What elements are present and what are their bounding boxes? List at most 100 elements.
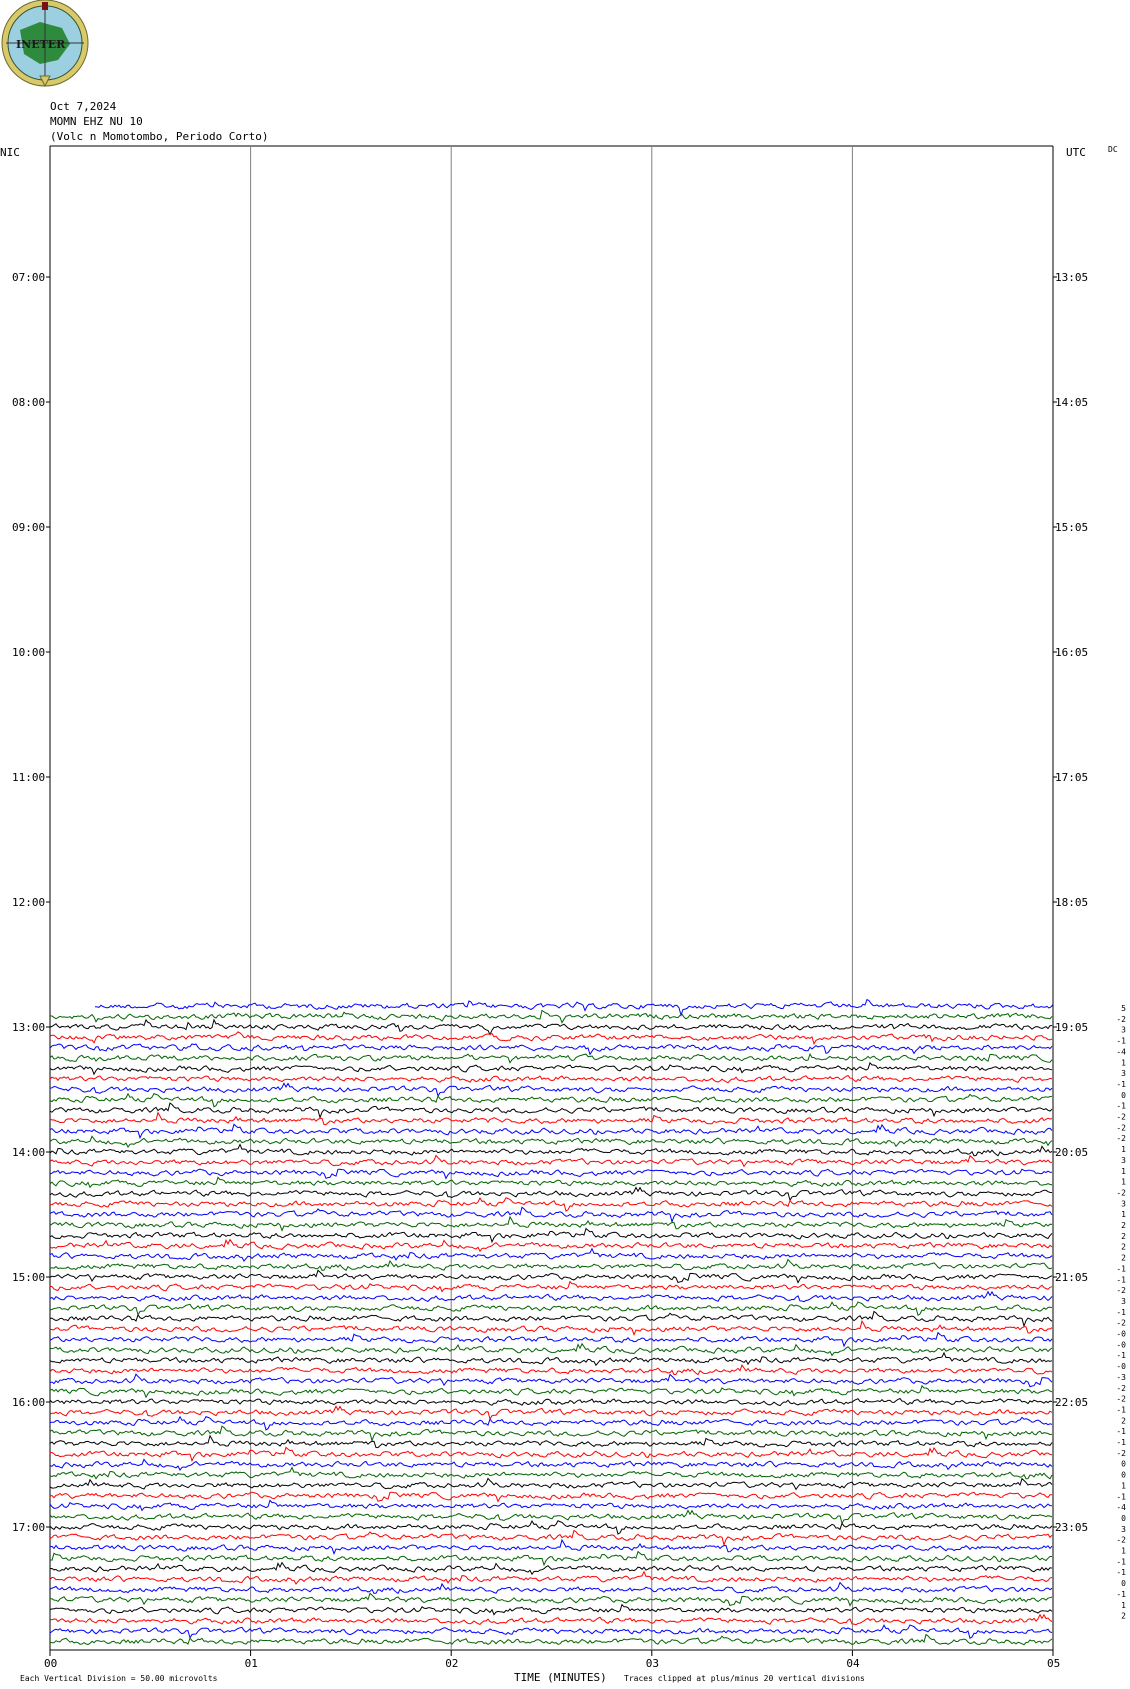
trace-line xyxy=(49,1364,1053,1376)
clip-note: Traces clipped at plus/minus 20 vertical… xyxy=(624,1674,865,1683)
dc-offset-value: 3 xyxy=(1121,1069,1126,1078)
trace-line xyxy=(49,1052,1053,1064)
dc-offset-value: -1 xyxy=(1116,1037,1126,1046)
dc-offset-value: -1 xyxy=(1116,1275,1126,1284)
trace-line xyxy=(49,1613,1053,1626)
dc-offset-value: -3 xyxy=(1116,1373,1126,1382)
trace-line xyxy=(49,1458,1053,1471)
trace-line xyxy=(49,1550,1052,1567)
dc-offset-value: 1 xyxy=(1121,1167,1126,1176)
dc-offset-value: -1 xyxy=(1116,1492,1126,1501)
dc-offset-value: 0 xyxy=(1121,1091,1126,1100)
trace-line xyxy=(50,1592,1053,1607)
trace-line xyxy=(49,1269,1053,1284)
trace-line xyxy=(49,1529,1053,1547)
trace-line xyxy=(49,1509,1053,1525)
ineter-logo: INETER xyxy=(0,0,90,90)
left-axis-title: NIC xyxy=(0,146,20,159)
plot-grid xyxy=(46,145,1057,1656)
dc-offset-value: -1 xyxy=(1116,1102,1126,1111)
right-time-tick: 21:05 xyxy=(1055,1271,1089,1284)
trace-line xyxy=(49,1206,1053,1224)
trace-line xyxy=(49,1176,1053,1189)
logo-text: INETER xyxy=(16,38,66,51)
dc-offset-value: 0 xyxy=(1121,1460,1126,1469)
dc-offset-value: 3 xyxy=(1121,1026,1126,1035)
right-time-tick: 17:05 xyxy=(1055,771,1089,784)
trace-line xyxy=(49,1009,1053,1024)
trace-line xyxy=(49,1499,1053,1512)
trace-line xyxy=(49,1342,1053,1357)
trace-line xyxy=(49,1319,1053,1337)
scale-note: Each Vertical Division = 50.00 microvolt… xyxy=(20,1674,218,1683)
dc-offset-value: 0 xyxy=(1121,1514,1126,1523)
dc-offset-value: -2 xyxy=(1116,1134,1126,1143)
dc-offset-value: -2 xyxy=(1116,1123,1126,1132)
right-time-tick: 19:05 xyxy=(1055,1021,1089,1034)
dc-offset-value: -2 xyxy=(1116,1015,1126,1024)
dc-offset-value: -0 xyxy=(1116,1330,1126,1339)
trace-line xyxy=(49,1061,1053,1076)
right-time-tick: 22:05 xyxy=(1055,1396,1089,1409)
dc-offset-value: 2 xyxy=(1121,1416,1126,1425)
dc-offset-value: -2 xyxy=(1116,1449,1126,1458)
dc-offset-value: 3 xyxy=(1121,1199,1126,1208)
trace-line xyxy=(49,1111,1053,1126)
trace-line xyxy=(49,1290,1053,1303)
dc-offset-value: -1 xyxy=(1116,1405,1126,1414)
dc-offset-value: 1 xyxy=(1121,1145,1126,1154)
right-time-tick: 18:05 xyxy=(1055,896,1089,909)
trace-line xyxy=(49,1092,1053,1108)
dc-offset-value: -2 xyxy=(1116,1536,1126,1545)
x-minute-tick: 00 xyxy=(44,1657,58,1670)
dc-offset-value: -2 xyxy=(1116,1384,1126,1393)
trace-line xyxy=(49,1581,1053,1595)
right-time-tick: 14:05 xyxy=(1055,396,1089,409)
x-minute-tick: 02 xyxy=(445,1657,459,1670)
trace-line xyxy=(49,1491,1052,1503)
right-time-tick: 15:05 xyxy=(1055,521,1089,534)
dc-offset-value: 2 xyxy=(1121,1232,1126,1241)
trace-line xyxy=(49,1603,1053,1616)
x-minute-tick: 04 xyxy=(846,1657,860,1670)
dc-offset-value: -1 xyxy=(1116,1568,1126,1577)
dc-offset-value: -1 xyxy=(1116,1590,1126,1599)
seismic-traces xyxy=(49,998,1054,1646)
trace-line xyxy=(49,1466,1053,1480)
trace-line xyxy=(49,1477,1053,1491)
trace-line xyxy=(49,1425,1053,1443)
dc-offset-column: 5-23-1-413-10-1-2-2-21311-2312222-1-1-23… xyxy=(1116,1004,1126,1621)
trace-line xyxy=(49,1074,1053,1084)
trace-line xyxy=(49,1434,1053,1449)
dc-offset-value: 3 xyxy=(1121,1297,1126,1306)
trace-line xyxy=(49,1570,1053,1585)
trace-line xyxy=(49,1215,1053,1232)
x-minute-tick: 01 xyxy=(244,1657,258,1670)
station-label: MOMN EHZ NU 10 xyxy=(50,115,143,128)
seismogram-chart: 5-23-1-413-10-1-2-2-21311-2312222-1-1-23… xyxy=(46,145,1126,1656)
trace-line xyxy=(49,1143,1053,1157)
trace-line xyxy=(49,1247,1053,1262)
left-time-tick: 16:00 xyxy=(12,1396,46,1409)
trace-line xyxy=(49,1227,1053,1244)
dc-offset-value: -1 xyxy=(1116,1438,1126,1447)
trace-line xyxy=(49,1154,1053,1168)
trace-line xyxy=(49,1301,1053,1317)
dc-offset-value: 2 xyxy=(1121,1612,1126,1621)
trace-line xyxy=(49,1538,1053,1555)
left-time-tick: 15:00 xyxy=(12,1271,46,1284)
dc-offset-value: 3 xyxy=(1121,1525,1126,1534)
dc-offset-value: 1 xyxy=(1121,1547,1126,1556)
dc-offset-value: 2 xyxy=(1121,1243,1126,1252)
trace-line xyxy=(49,1123,1053,1140)
dc-offset-value: 1 xyxy=(1121,1210,1126,1219)
right-time-tick: 20:05 xyxy=(1055,1146,1089,1159)
dc-offset-value: -1 xyxy=(1116,1264,1126,1273)
right-axis-title: UTC xyxy=(1066,146,1086,159)
right-time-tick: 13:05 xyxy=(1055,271,1089,284)
trace-line xyxy=(49,1405,1053,1421)
dc-offset-value: -1 xyxy=(1116,1080,1126,1089)
trace-line xyxy=(49,1018,1053,1036)
dc-offset-value: -1 xyxy=(1116,1557,1126,1566)
date-label: Oct 7,2024 xyxy=(50,100,117,113)
